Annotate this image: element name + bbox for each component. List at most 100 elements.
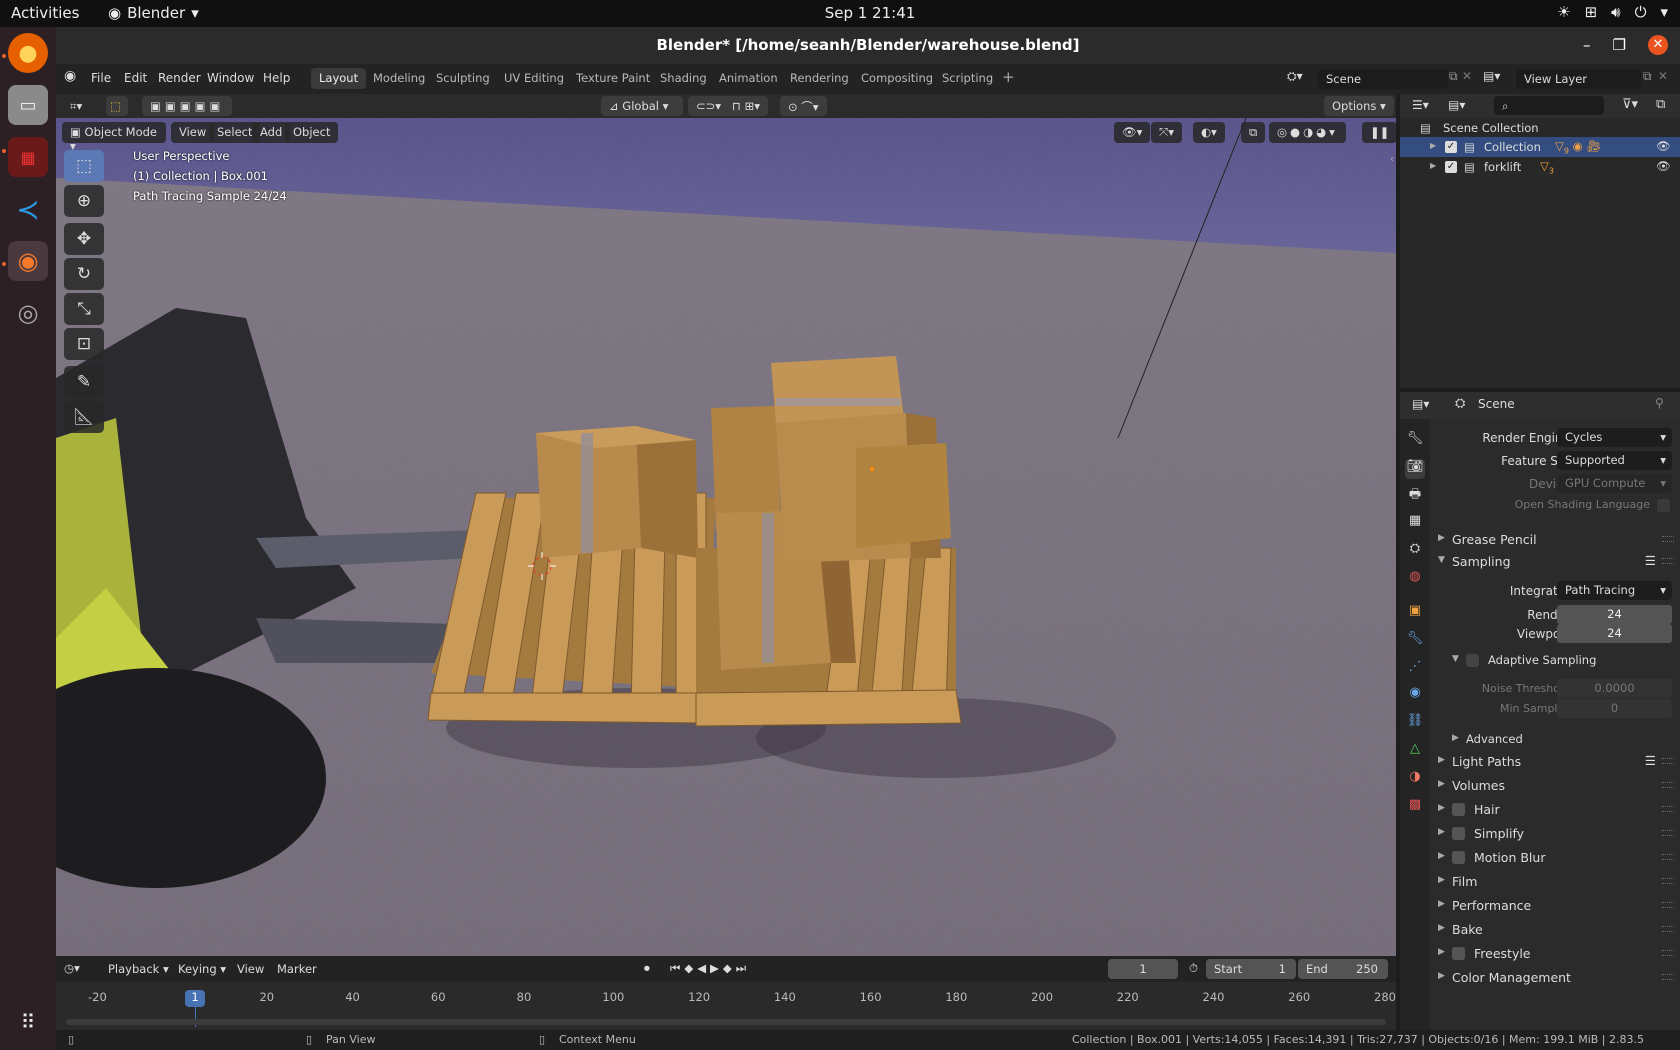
material-tab-icon[interactable]: ◑: [1405, 769, 1425, 789]
integrator-select[interactable]: Path Tracing ▾: [1557, 581, 1672, 600]
drag-handle-icon[interactable]: [1662, 536, 1674, 542]
viewport-menu-view[interactable]: View: [171, 122, 215, 143]
outliner-editor-icon[interactable]: ☰▾: [1412, 98, 1429, 112]
scene-icon[interactable]: ⛭▾: [1287, 69, 1303, 84]
new-scene-icon[interactable]: ⧉: [1449, 69, 1458, 84]
outliner-row-collection[interactable]: ▶ ✓ ▤ Collection ▽9 ◉ 🎥︎ 👁︎: [1400, 137, 1680, 157]
xray-icon[interactable]: ⧉: [1241, 122, 1266, 143]
menu-playback[interactable]: Playback ▾: [108, 962, 169, 976]
noise-threshold-field[interactable]: 0.0000: [1557, 679, 1672, 698]
expand-icon[interactable]: ▶: [1430, 161, 1436, 170]
panel-film[interactable]: ▶ Film: [1430, 870, 1680, 894]
record-icon[interactable]: ⏺: [644, 961, 650, 976]
proportional-edit-icon[interactable]: ⊙ ⌒▾: [780, 96, 827, 116]
render-engine-select[interactable]: Cycles ▾: [1557, 428, 1672, 447]
menu-file[interactable]: File: [91, 71, 111, 85]
tab-scripting[interactable]: Scripting: [934, 68, 1001, 89]
drag-handle-icon[interactable]: [1662, 950, 1674, 956]
shading-modes-icon[interactable]: ◎●◑◕▾: [1269, 122, 1346, 143]
cursor-icon[interactable]: ⊕: [64, 185, 104, 217]
constraints-tab-icon[interactable]: ⛓︎: [1405, 713, 1425, 733]
minimize-icon[interactable]: –: [1583, 36, 1591, 54]
close-icon[interactable]: ✕: [1648, 35, 1668, 55]
delete-scene-icon[interactable]: ✕: [1462, 69, 1472, 83]
annotate-icon[interactable]: ✎: [64, 366, 104, 398]
panel-simplify[interactable]: ▶ Simplify: [1430, 822, 1680, 846]
drag-handle-icon[interactable]: [1662, 806, 1674, 812]
panel-motion-blur[interactable]: ▶ Motion Blur: [1430, 846, 1680, 870]
modifier-tab-icon[interactable]: 🔧︎: [1405, 631, 1425, 651]
terminal-icon[interactable]: ▦: [8, 137, 48, 177]
pivot-icon[interactable]: ⊂⊃▾: [688, 96, 730, 116]
start-frame-field[interactable]: Start 1: [1206, 959, 1296, 979]
disc-icon[interactable]: ◎: [8, 293, 48, 333]
panel-color-management[interactable]: ▶ Color Management: [1430, 966, 1680, 990]
measure-icon[interactable]: 📐︎: [64, 401, 104, 433]
current-frame-field[interactable]: 1: [1108, 959, 1178, 979]
menu-window[interactable]: Window: [207, 71, 254, 85]
blender-logo-icon[interactable]: ◉: [64, 68, 76, 84]
scale-icon[interactable]: ⤡: [64, 293, 104, 325]
display-mode-icon[interactable]: ▤▾: [1448, 98, 1465, 112]
3d-viewport[interactable]: ▣ Object Mode ▾ View Select Add Object 👁…: [56, 118, 1396, 956]
texture-tab-icon[interactable]: ▩: [1405, 797, 1425, 817]
transform-icon[interactable]: ⊡: [64, 328, 104, 360]
select-box-icon[interactable]: ⬚: [106, 96, 128, 116]
drag-handle-icon[interactable]: [1662, 854, 1674, 860]
menu-marker[interactable]: Marker: [277, 962, 317, 976]
drag-handle-icon[interactable]: [1662, 782, 1674, 788]
eye-icon[interactable]: 👁︎: [1656, 159, 1671, 173]
panel-hair[interactable]: ▶ Hair: [1430, 798, 1680, 822]
menu-timeline-view[interactable]: View: [237, 962, 264, 976]
presets-icon[interactable]: ☰: [1645, 753, 1656, 768]
move-icon[interactable]: ✥: [64, 223, 104, 255]
tab-uv-editing[interactable]: UV Editing: [496, 68, 572, 89]
sidebar-toggle-icon[interactable]: ‹: [1390, 154, 1394, 165]
tab-compositing[interactable]: Compositing: [853, 68, 941, 89]
eye-icon[interactable]: 👁︎: [1656, 139, 1671, 153]
drag-handle-icon[interactable]: [1662, 558, 1674, 564]
hair-checkbox[interactable]: [1452, 803, 1465, 816]
clock-editor-icon[interactable]: ◷▾: [64, 961, 80, 975]
tab-animation[interactable]: Animation: [711, 68, 786, 89]
tab-modeling[interactable]: Modeling: [365, 68, 433, 89]
world-tab-icon[interactable]: ◍: [1405, 569, 1425, 589]
overlay-icon[interactable]: ◐▾: [1193, 122, 1225, 143]
view-layer-tab-icon[interactable]: ▦: [1405, 513, 1425, 533]
view-layer-selector[interactable]: View Layer: [1516, 69, 1641, 89]
clock[interactable]: Sep 1 21:41: [0, 4, 1680, 22]
outliner-search-input[interactable]: ⌕: [1494, 96, 1604, 115]
panel-sampling[interactable]: ▼ Sampling ☰: [1430, 550, 1680, 574]
vscode-icon[interactable]: ≺: [8, 189, 48, 229]
panel-adaptive-sampling[interactable]: ▼ Adaptive Sampling: [1444, 649, 1680, 673]
drag-handle-icon[interactable]: [1662, 830, 1674, 836]
motion-blur-checkbox[interactable]: [1452, 851, 1465, 864]
menu-render[interactable]: Render: [158, 71, 201, 85]
firefox-icon[interactable]: ●: [8, 33, 48, 73]
device-select[interactable]: GPU Compute ▾: [1557, 474, 1672, 493]
blender-icon[interactable]: ◉: [8, 241, 48, 281]
maximize-icon[interactable]: ❐: [1613, 36, 1626, 54]
properties-editor-icon[interactable]: ▤▾: [1412, 397, 1429, 411]
editor-type-icon[interactable]: ⌗▾: [62, 96, 90, 116]
menu-help[interactable]: Help: [263, 71, 290, 85]
select-box-icon[interactable]: ⬚: [64, 150, 104, 182]
output-tab-icon[interactable]: 🖶︎: [1405, 485, 1425, 505]
tab-sculpting[interactable]: Sculpting: [428, 68, 498, 89]
brightness-icon[interactable]: ☀: [1557, 3, 1570, 21]
feature-set-select[interactable]: Supported ▾: [1557, 451, 1672, 470]
viewport-samples-field[interactable]: 24: [1557, 624, 1672, 643]
menu-keying[interactable]: Keying ▾: [178, 962, 226, 976]
volume-icon[interactable]: 🔊︎: [1611, 3, 1620, 21]
tab-layout[interactable]: Layout: [311, 68, 367, 89]
drag-handle-icon[interactable]: [1662, 902, 1674, 908]
panel-light-paths[interactable]: ▶ Light Paths ☰: [1430, 750, 1680, 774]
panel-performance[interactable]: ▶ Performance: [1430, 894, 1680, 918]
panel-bake[interactable]: ▶ Bake: [1430, 918, 1680, 942]
outliner-row-forklift[interactable]: ▶ ✓ ▤ forklift ▽3 👁︎: [1400, 157, 1680, 177]
render-tab-icon[interactable]: 📷︎: [1405, 459, 1425, 479]
presets-icon[interactable]: ☰: [1645, 553, 1656, 568]
chevron-down-icon[interactable]: ▾: [1660, 3, 1668, 21]
viewport-menu-object[interactable]: Object: [285, 122, 339, 143]
stopwatch-icon[interactable]: ⏱: [1189, 961, 1198, 976]
